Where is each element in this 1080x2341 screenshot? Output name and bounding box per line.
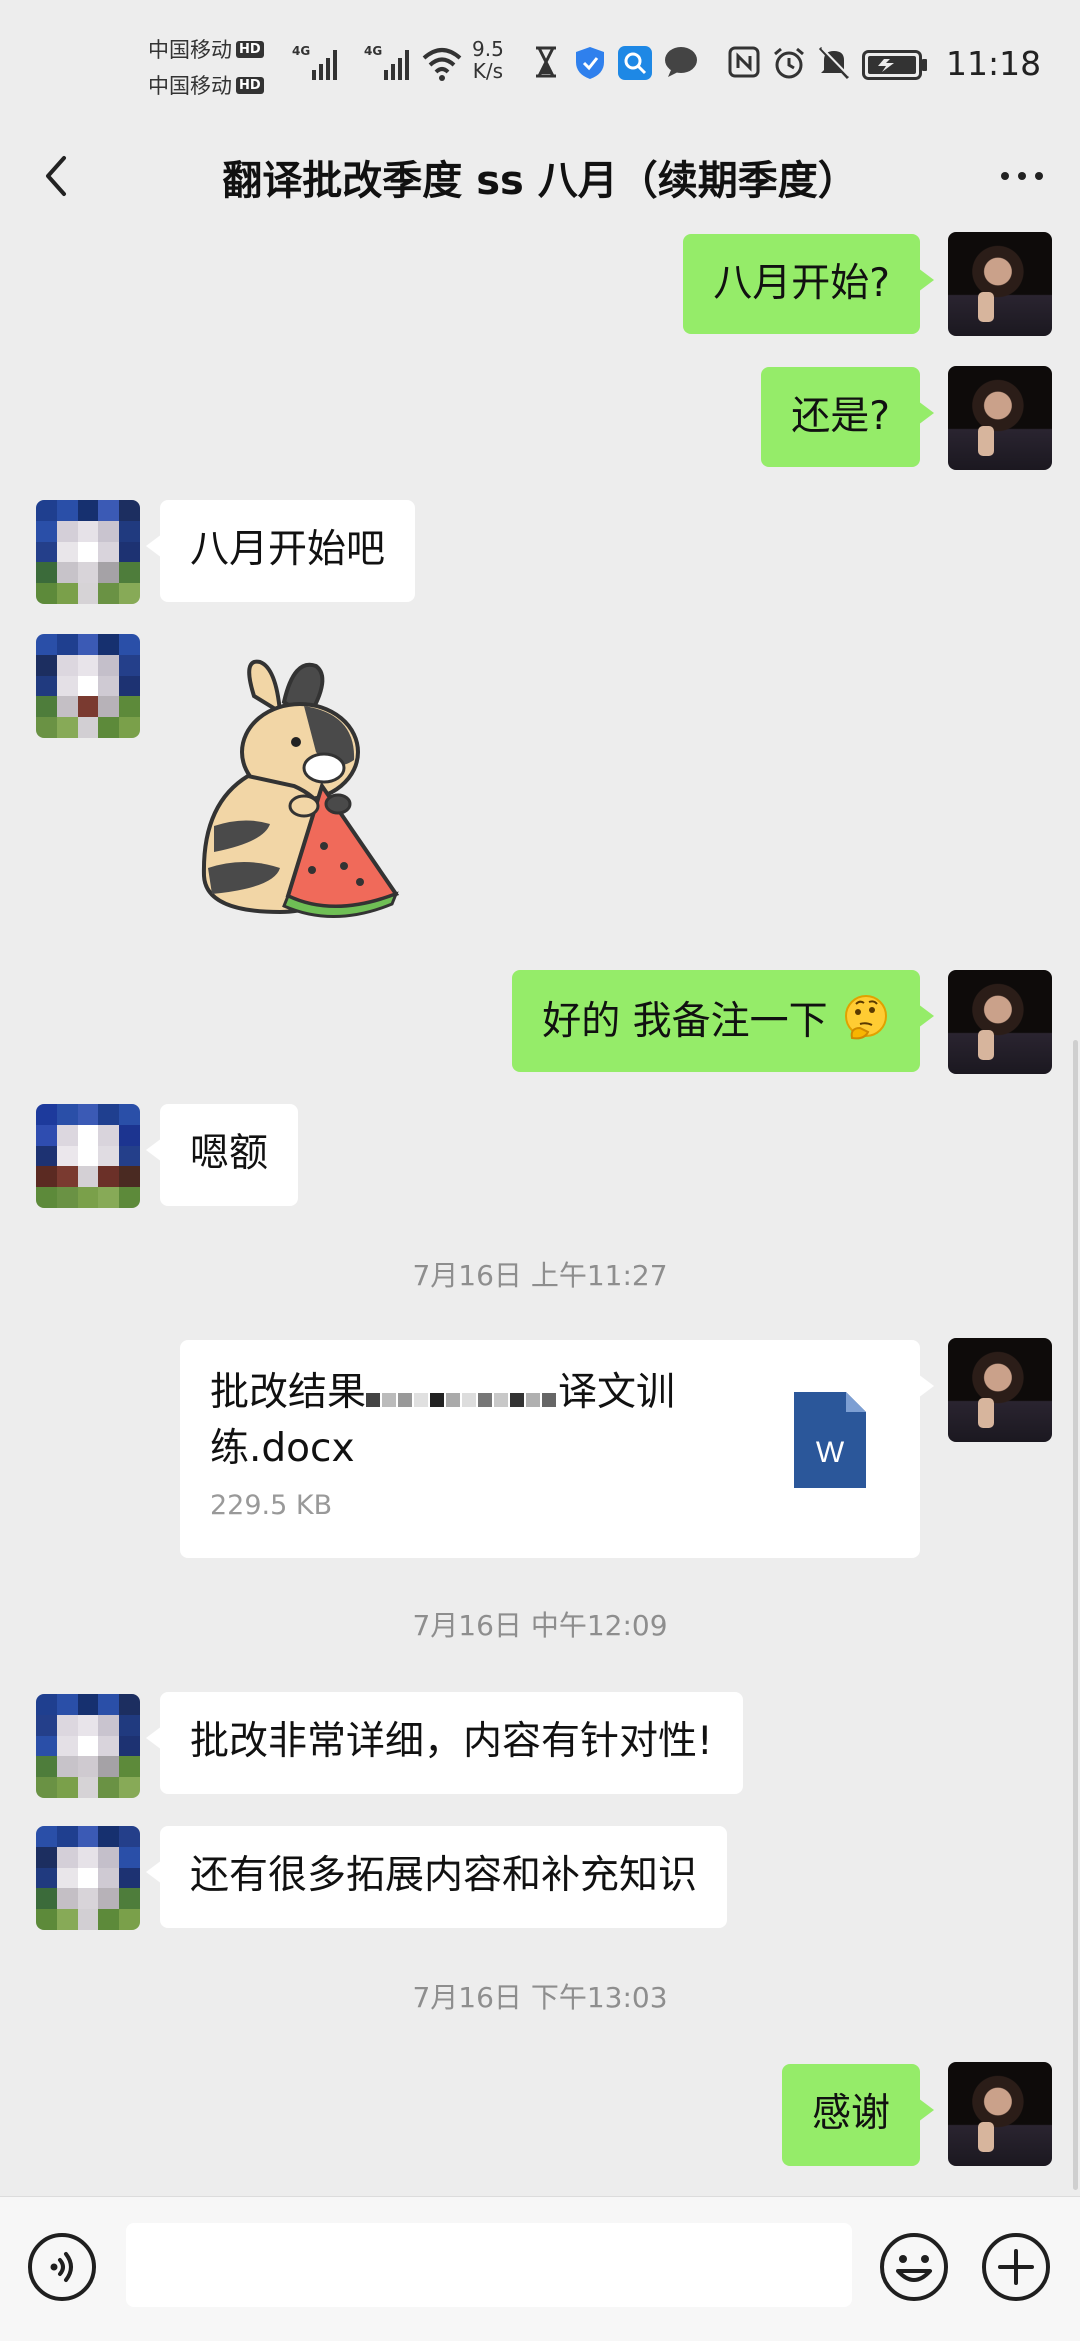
message-text: 感谢: [811, 2091, 890, 2136]
status-bar: 中国移动 HD 中国移动 HD 4G 4G 9.5 K/s 11:18: [0, 0, 1080, 130]
chat-bubble-icon: [665, 47, 697, 77]
carrier-2: 中国移动 HD: [148, 70, 264, 100]
message-bubble[interactable]: 好的 我备注一下: [512, 970, 934, 1072]
message-bubble[interactable]: 批改非常详细，内容有针对性!: [146, 1692, 743, 1794]
message-text: 嗯额: [190, 1131, 269, 1176]
signal-icon-1: 4G: [292, 44, 338, 80]
contact-avatar[interactable]: [36, 500, 140, 604]
thinking-face-emoji: [845, 995, 887, 1040]
carrier-1: 中国移动 HD: [148, 34, 264, 64]
more-dot: [1035, 172, 1043, 180]
nfc-icon: [728, 46, 760, 78]
chat-header: 翻译批改季度 ss 八月（续期季度）: [0, 130, 1080, 230]
message-timestamp: 7月16日 上午11:27: [412, 1259, 668, 1292]
more-dot: [1001, 172, 1009, 180]
word-file-icon: W: [794, 1392, 866, 1488]
my-avatar[interactable]: [948, 1338, 1052, 1442]
contact-avatar[interactable]: [36, 634, 140, 738]
redacted-block: [366, 1368, 558, 1422]
mute-icon: [818, 46, 850, 80]
battery-icon: [862, 50, 927, 80]
message-bubble[interactable]: 还是?: [761, 367, 934, 467]
emoji-button[interactable]: [878, 2231, 950, 2303]
shield-icon: [576, 47, 604, 79]
wifi-icon: [422, 48, 462, 81]
carrier-1-label: 中国移动: [148, 38, 232, 62]
carrier-2-label: 中国移动: [148, 74, 232, 98]
contact-avatar[interactable]: [36, 1694, 140, 1798]
message-bubble[interactable]: 还有很多拓展内容和补充知识: [145, 1826, 728, 1928]
signal-icon-2: 4G: [364, 44, 410, 80]
file-name-start: 批改结果: [210, 1370, 367, 1415]
message-text: 八月开始?: [713, 261, 890, 306]
file-name-line2: 练.docx: [210, 1425, 355, 1471]
file-size: 229.5 KB: [210, 1489, 333, 1521]
message-timestamp: 7月16日 中午12:09: [412, 1609, 668, 1642]
hd-badge-2: HD: [236, 76, 264, 94]
message-bubble[interactable]: 嗯额: [145, 1104, 299, 1206]
network-type-1: 4G: [292, 44, 311, 58]
alarm-icon: [774, 47, 804, 79]
file-name-mid: 译文训: [558, 1370, 676, 1415]
message-bubble[interactable]: 八月开始?: [683, 234, 934, 334]
my-avatar[interactable]: [948, 970, 1052, 1074]
message-text: 好的 我备注一下: [542, 999, 828, 1044]
status-time: 11:18: [946, 44, 1042, 83]
net-speed-unit: K/s: [472, 59, 504, 83]
message-text: 还有很多拓展内容和补充知识: [190, 1853, 698, 1898]
message-bubble[interactable]: 八月开始吧: [145, 500, 416, 602]
message-timestamp: 7月16日 下午13:03: [412, 1981, 668, 2014]
hourglass-icon: [536, 46, 556, 78]
my-avatar[interactable]: [948, 2062, 1052, 2166]
net-speed-value: 9.5: [472, 37, 504, 61]
word-icon-letter: W: [816, 1436, 845, 1469]
net-speed: 9.5 K/s: [472, 38, 504, 82]
more-functions-button[interactable]: [980, 2231, 1052, 2303]
file-name: 批改结果 译文训 练.docx: [210, 1366, 730, 1476]
input-bar: [0, 2196, 1080, 2341]
message-input[interactable]: [126, 2223, 852, 2307]
more-button[interactable]: [990, 146, 1054, 206]
voice-button[interactable]: [26, 2231, 98, 2303]
hd-badge: HD: [236, 40, 264, 58]
my-avatar[interactable]: [948, 232, 1052, 336]
my-avatar[interactable]: [948, 366, 1052, 470]
chat-scrollbar[interactable]: [1073, 1040, 1078, 2190]
file-message-card[interactable]: 批改结果 译文训 练.docx 229.5 KB W: [180, 1340, 934, 1558]
network-type-2: 4G: [364, 44, 383, 58]
contact-avatar[interactable]: [36, 1826, 140, 1930]
message-text: 批改非常详细，内容有针对性!: [190, 1719, 713, 1764]
search-app-icon: [618, 46, 652, 80]
message-text: 还是?: [791, 394, 890, 439]
message-text: 八月开始吧: [190, 527, 386, 572]
page-title: 翻译批改季度 ss 八月（续期季度）: [222, 158, 858, 204]
bunny-watermelon-sticker[interactable]: [184, 656, 412, 924]
more-dot: [1018, 172, 1026, 180]
contact-avatar[interactable]: [36, 1104, 140, 1208]
message-bubble[interactable]: 感谢: [781, 2064, 935, 2166]
